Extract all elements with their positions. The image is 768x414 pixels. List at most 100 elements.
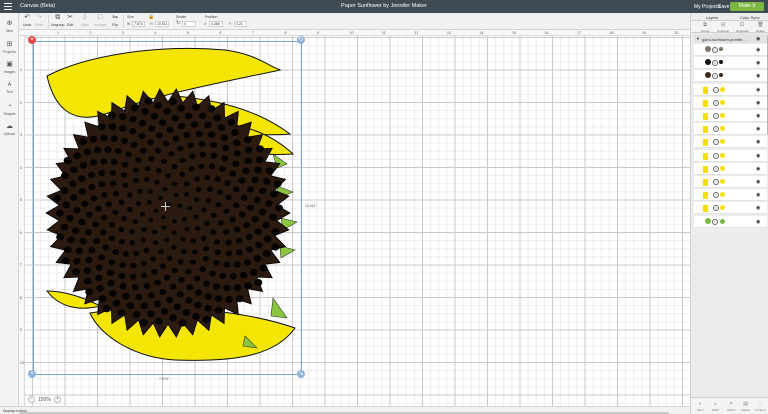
make-it-button[interactable]: Make It xyxy=(730,2,764,11)
resize-handle-icon[interactable]: ↘ xyxy=(297,370,305,378)
rotate-handle-icon[interactable]: ↻ xyxy=(297,36,305,44)
layer-group-header[interactable]: ▼ giant-sunflower-jennife... ◉ xyxy=(694,34,767,43)
height-input[interactable]: 10.011 xyxy=(155,21,169,27)
shapes-button[interactable]: ◔ Shapes xyxy=(0,103,19,116)
edit-button[interactable]: ✂ Edit xyxy=(66,14,74,27)
design-canvas[interactable]: × ↻ • ↘ 7.874" 10.011" xyxy=(25,36,690,406)
eye-icon[interactable]: ◉ xyxy=(756,126,760,132)
layer-color-swatch[interactable] xyxy=(703,205,708,213)
operation-icon[interactable]: ✂ xyxy=(712,218,718,225)
arrange-button[interactable]: ⧠ Arrange xyxy=(94,14,106,27)
flip-button[interactable]: ⇋ Flip xyxy=(111,14,119,27)
lock-icon[interactable]: 🔒 xyxy=(148,14,154,20)
layer-row[interactable]: ✂ ◉ xyxy=(694,136,767,149)
eye-icon[interactable]: ◉ xyxy=(756,139,760,145)
operation-icon[interactable]: ✂ xyxy=(712,47,718,53)
layer-row[interactable]: ✂ ◉ xyxy=(694,70,767,83)
operation-icon[interactable]: ✂ xyxy=(712,73,718,80)
zoom-out-button[interactable]: − xyxy=(28,396,35,403)
ruler-tick-label: 9 xyxy=(20,328,22,332)
operation-icon[interactable]: ✂ xyxy=(713,205,719,212)
layer-row[interactable]: ✂ ◉ xyxy=(694,96,767,109)
eye-icon[interactable]: ◉ xyxy=(756,205,760,211)
operation-icon[interactable]: ✂ xyxy=(713,126,719,133)
eye-icon[interactable]: ◉ xyxy=(756,166,760,172)
layer-row[interactable]: ✂ ◉ xyxy=(694,202,767,215)
layer-row[interactable]: ✂ ◉ xyxy=(694,44,767,56)
layer-color-swatch[interactable] xyxy=(703,152,708,160)
slice-button[interactable]: ◐ Slice xyxy=(697,401,704,412)
eye-icon[interactable]: ◉ xyxy=(756,47,760,53)
layer-color-swatch[interactable] xyxy=(703,179,708,186)
new-button[interactable]: ⊕ New xyxy=(0,20,19,33)
eye-icon[interactable]: ◉ xyxy=(756,100,760,106)
operation-icon[interactable]: ✂ xyxy=(713,152,719,159)
group-button[interactable]: ⧉ Group xyxy=(701,22,709,33)
eye-icon[interactable]: ◉ xyxy=(756,219,760,225)
eye-icon[interactable]: ◉ xyxy=(756,36,760,42)
layer-row[interactable]: ✂ ◉ xyxy=(694,189,767,202)
align-button[interactable]: ⫼ Align xyxy=(81,14,89,27)
eye-icon[interactable]: ◉ xyxy=(756,192,760,198)
undo-button[interactable]: ↶ Undo xyxy=(23,14,31,27)
tab-color-sync[interactable]: Color Sync xyxy=(740,15,760,20)
my-projects-link[interactable]: My Projects xyxy=(694,4,720,10)
redo-button[interactable]: ↷ Redo xyxy=(35,14,43,27)
operation-icon[interactable]: ✂ xyxy=(713,139,719,146)
eye-icon[interactable]: ◉ xyxy=(756,153,760,159)
contour-button[interactable]: ◌ Contour xyxy=(755,401,766,412)
operation-icon[interactable]: ✂ xyxy=(713,113,719,119)
operation-icon[interactable]: ✂ xyxy=(713,192,719,199)
tab-layers[interactable]: Layers xyxy=(706,15,718,20)
layer-row[interactable]: ✂ ◉ xyxy=(694,176,767,188)
y-position-input[interactable]: 0.21 xyxy=(234,21,247,27)
eye-icon[interactable]: ◉ xyxy=(756,73,760,79)
save-link[interactable]: Save xyxy=(718,4,729,10)
layer-color-swatch[interactable] xyxy=(705,46,711,52)
layer-color-swatch[interactable] xyxy=(703,165,708,173)
layer-row[interactable]: ✂ ◉ xyxy=(694,149,767,162)
eye-icon[interactable]: ◉ xyxy=(756,113,760,119)
ungroup-button[interactable]: ⧉ Ungroup xyxy=(51,14,64,27)
layer-color-swatch[interactable] xyxy=(703,99,708,107)
layer-color-swatch[interactable] xyxy=(703,113,708,120)
layer-row[interactable]: ✂ ◉ xyxy=(694,215,767,228)
lock-handle-icon[interactable]: • xyxy=(28,370,36,378)
layer-row[interactable]: ✂ ◉ xyxy=(694,162,767,175)
layer-color-swatch[interactable] xyxy=(705,72,711,79)
operation-icon[interactable]: ✂ xyxy=(713,86,719,93)
rotate-input[interactable]: 0 xyxy=(182,21,196,27)
layer-color-swatch[interactable] xyxy=(705,217,711,224)
width-input[interactable]: 7.874 xyxy=(132,21,145,27)
layer-color-swatch[interactable] xyxy=(703,86,708,94)
x-position-input[interactable]: 0.366 xyxy=(209,21,223,27)
delete-handle-icon[interactable]: × xyxy=(28,36,36,44)
attach-button[interactable]: ⚭ Attach xyxy=(727,401,736,412)
zoom-in-button[interactable]: + xyxy=(54,396,61,403)
duplicate-button[interactable]: ⧠ Duplicate xyxy=(736,22,749,33)
eye-icon[interactable]: ◉ xyxy=(756,60,760,66)
ungroup-layer-button[interactable]: ⊟ UnGroup xyxy=(717,22,729,33)
flatten-button[interactable]: ▤ Flatten xyxy=(741,401,750,412)
layer-color-swatch[interactable] xyxy=(703,192,708,200)
projects-button[interactable]: ⊞ Projects xyxy=(0,41,19,54)
operation-icon[interactable]: ✂ xyxy=(713,99,719,106)
layer-row[interactable]: ✂ ◉ xyxy=(694,83,767,96)
layer-row[interactable]: ✂ ◉ xyxy=(694,57,767,70)
layer-color-swatch[interactable] xyxy=(703,139,708,147)
chevron-down-icon[interactable]: ▼ xyxy=(696,36,700,41)
eye-icon[interactable]: ◉ xyxy=(756,179,760,185)
eye-icon[interactable]: ◉ xyxy=(756,87,760,93)
operation-icon[interactable]: ✂ xyxy=(713,165,719,172)
operation-icon[interactable]: ✂ xyxy=(713,179,719,185)
operation-icon[interactable]: ✂ xyxy=(712,60,718,67)
weld-button[interactable]: ◒ Weld xyxy=(712,401,719,412)
layer-color-swatch[interactable] xyxy=(705,59,711,66)
delete-button[interactable]: 🗑 Delete xyxy=(756,22,765,33)
layer-row[interactable]: ✂ ◉ xyxy=(694,123,767,136)
upload-button[interactable]: ☁ Upload xyxy=(0,123,19,136)
layer-color-swatch[interactable] xyxy=(703,126,708,134)
text-button[interactable]: A Text xyxy=(0,81,19,94)
layer-row[interactable]: ✂ ◉ xyxy=(694,110,767,122)
images-button[interactable]: ▣ Images xyxy=(0,61,19,74)
